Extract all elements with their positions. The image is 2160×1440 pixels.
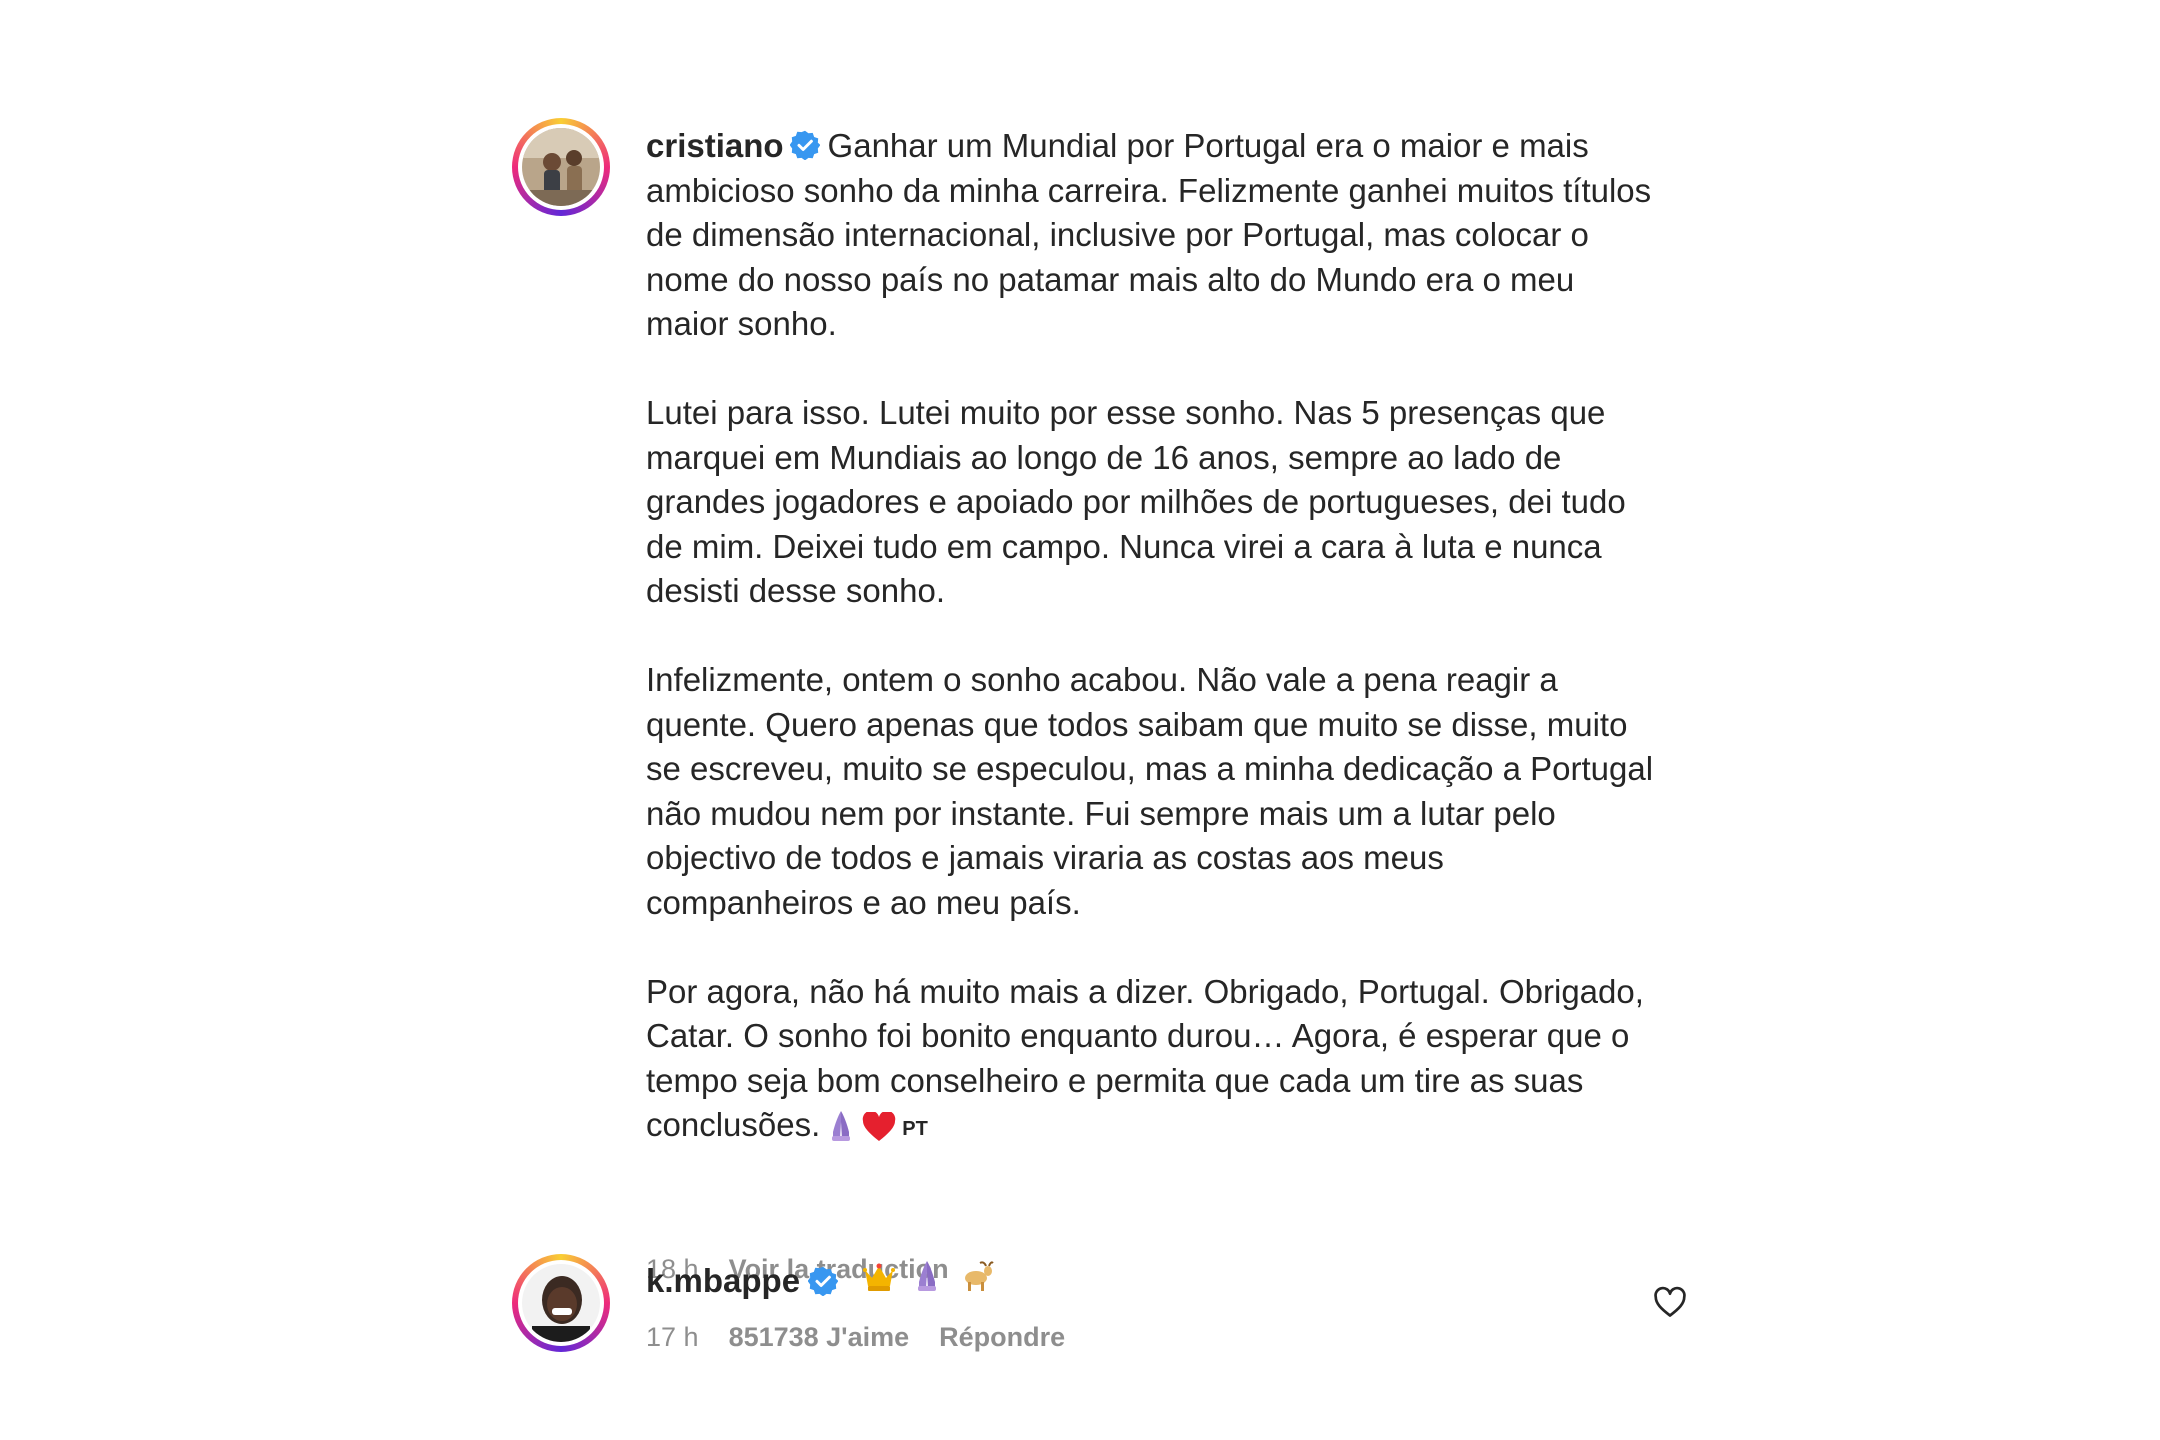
like-heart-icon[interactable] [1652, 1284, 1688, 1320]
goat-emoji [958, 1259, 994, 1303]
comment-time[interactable]: 17 h [646, 1322, 699, 1353]
caption-username[interactable]: cristiano [646, 127, 784, 164]
reply-button[interactable]: Répondre [939, 1322, 1065, 1353]
caption-paragraph-2: Lutei para isso. Lutei muito por esse so… [646, 394, 1635, 609]
verified-badge-icon [808, 1266, 839, 1296]
comment-likes[interactable]: 851738 J'aime [729, 1322, 910, 1353]
language-tag: PT [902, 1118, 928, 1140]
caption-paragraph-4: Por agora, não há muito mais a dizer. Ob… [646, 970, 1656, 1154]
instagram-post: cristiano Ganhar um Mundial por Portugal … [492, 88, 1712, 1388]
cristiano-avatar[interactable] [512, 118, 610, 216]
comment-text: k.mbappe [646, 1258, 994, 1303]
red-heart-emoji [862, 1109, 896, 1154]
caption-paragraph-3: Infelizmente, ontem o sonho acabou. Não … [646, 661, 1663, 921]
caption-text-4: Por agora, não há muito mais a dizer. Ob… [646, 972, 1654, 1144]
crown-emoji [862, 1259, 896, 1303]
post-caption: cristiano Ganhar um Mundial por Portugal … [646, 124, 1656, 1154]
caption-paragraph-1: cristiano Ganhar um Mundial por Portugal … [646, 124, 1656, 347]
comment-meta: 17 h 851738 J'aime Répondre [646, 1322, 1065, 1353]
praying-hands-emoji [826, 1108, 856, 1154]
verified-badge-icon [789, 130, 820, 160]
kmbappe-avatar[interactable] [512, 1254, 610, 1352]
comment-username[interactable]: k.mbappe [646, 1259, 800, 1303]
praying-hands-emoji [912, 1258, 942, 1303]
